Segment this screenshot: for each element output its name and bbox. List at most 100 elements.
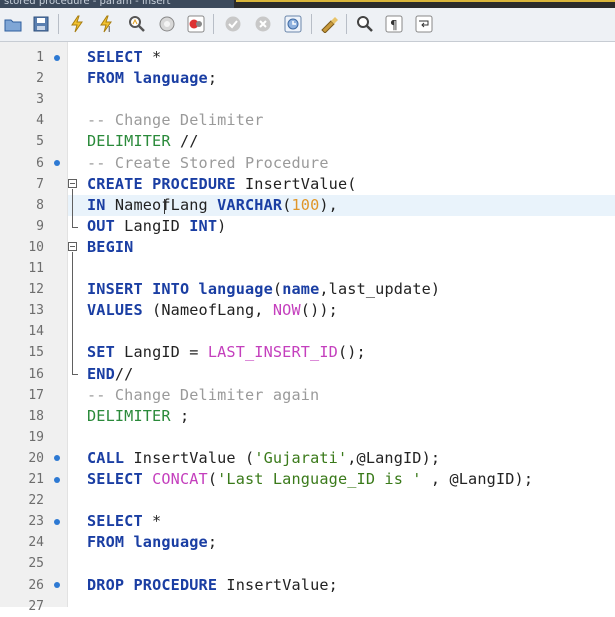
code-token: INT (189, 216, 218, 235)
line-number: 18 (28, 408, 44, 424)
code-token: SELECT (87, 470, 143, 488)
stop-icon[interactable] (157, 14, 177, 34)
line-number: 27 (28, 598, 44, 614)
code-token: PROCEDURE (133, 575, 218, 594)
toolbar-separator (311, 14, 312, 34)
window-titlebar: stored procedure - param - insert (0, 0, 615, 8)
statement-marker-icon[interactable] (54, 582, 60, 588)
line-number: 2 (36, 71, 44, 87)
code-line[interactable]: -- Create Stored Procedure (87, 153, 329, 174)
code-line[interactable]: SET LangID = LAST_INSERT_ID(); (87, 342, 366, 363)
code-token: -- Create Stored Procedure (87, 153, 329, 172)
statement-marker-icon[interactable] (54, 160, 60, 166)
code-line[interactable]: SELECT * (87, 511, 161, 532)
code-token: FROM (87, 69, 125, 88)
execute-icon[interactable] (67, 14, 87, 34)
code-token: ), (319, 195, 338, 214)
beautify-icon[interactable] (319, 14, 339, 34)
titlebar-accent (236, 0, 615, 2)
code-line[interactable]: SELECT * (87, 47, 161, 68)
code-token: -- Change Delimiter again (87, 385, 320, 404)
code-token: ( (207, 470, 218, 488)
code-token: InsertValue( (235, 174, 357, 193)
code-token: (NameofLang, (142, 301, 273, 320)
line-number: 10 (28, 239, 44, 255)
line-number: 16 (28, 366, 44, 382)
code-line[interactable]: OUT LangID INT) (87, 216, 226, 237)
line-number: 5 (36, 134, 44, 150)
fold-guide-end (72, 227, 78, 228)
invisible-chars-icon[interactable]: ¶ (384, 14, 404, 34)
autocommit-icon[interactable] (283, 14, 303, 34)
commit-icon[interactable] (223, 14, 243, 34)
code-line[interactable]: -- Change Delimiter again (87, 385, 319, 406)
code-token: IN (87, 195, 106, 214)
code-line[interactable]: IN NameofLang VARCHAR(100), (87, 195, 338, 216)
code-token: LangID (114, 216, 190, 235)
code-token: CONCAT (152, 470, 208, 488)
line-number: 7 (36, 176, 44, 192)
find-icon[interactable] (355, 14, 375, 34)
code-token: 'Gujarati' (254, 448, 348, 467)
code-line[interactable]: FROM language; (87, 532, 217, 553)
code-token: SELECT (87, 512, 143, 531)
stop-on-error-icon[interactable] (186, 14, 206, 34)
code-line[interactable]: INSERT INTO language(name,last_update) (87, 279, 440, 300)
word-wrap-icon[interactable] (414, 14, 434, 34)
folder-open-icon[interactable] (3, 14, 23, 34)
code-token: SELECT (87, 48, 143, 66)
code-line[interactable]: CALL InsertValue ('Gujarati',@LangID); (87, 448, 440, 469)
code-token: -- Change Delimiter (87, 111, 264, 130)
save-icon[interactable] (31, 14, 51, 34)
code-token: // (114, 364, 134, 383)
code-line[interactable]: BEGIN (87, 237, 133, 258)
fold-toggle-icon[interactable] (68, 242, 77, 251)
code-token: * (142, 512, 162, 531)
code-token: FROM (87, 533, 125, 552)
statement-marker-icon[interactable] (54, 54, 60, 61)
code-line[interactable]: DELIMITER ; (87, 406, 189, 427)
query-tab[interactable]: stored procedure - param - insert (0, 0, 234, 8)
line-number: 4 (36, 113, 44, 129)
code-line[interactable]: DROP PROCEDURE InsertValue; (87, 575, 338, 596)
line-number: 12 (28, 282, 44, 298)
line-number: 17 (28, 387, 44, 403)
code-token: , @LangID); (421, 470, 534, 488)
line-number: 24 (28, 535, 44, 551)
code-line[interactable]: VALUES (NameofLang, NOW()); (87, 300, 338, 321)
sql-toolbar: I ¶ (0, 8, 615, 42)
code-line[interactable]: DELIMITER // (87, 131, 199, 152)
code-token: DELIMITER (87, 132, 171, 151)
execute-selection-icon[interactable]: I (97, 14, 117, 34)
code-token: ; (170, 406, 190, 425)
line-number: 15 (28, 345, 44, 361)
explain-icon[interactable] (127, 14, 147, 34)
code-line[interactable]: SELECT CONCAT('Last Language_ID is ' , @… (87, 469, 533, 490)
gutter-divider (67, 42, 68, 607)
code-line[interactable]: -- Change Delimiter (87, 110, 264, 131)
code-line[interactable]: FROM language; (87, 68, 217, 89)
line-number: 20 (28, 450, 44, 466)
code-line[interactable]: END// (87, 364, 133, 385)
code-token: SET (87, 343, 115, 362)
code-token: VARCHAR (217, 195, 283, 214)
code-token: ( (272, 280, 283, 299)
code-token: ,@LangID); (347, 448, 441, 467)
code-token: ) (217, 216, 227, 235)
fold-toggle-icon[interactable] (68, 179, 77, 188)
fold-guide-end (72, 374, 78, 375)
code-line[interactable]: CREATE PROCEDURE InsertValue( (87, 174, 357, 195)
code-token: // (170, 132, 199, 151)
code-token: NOW (272, 301, 301, 320)
statement-marker-icon[interactable] (54, 518, 60, 525)
line-number: 14 (28, 324, 44, 340)
rollback-icon[interactable] (253, 14, 273, 34)
statement-marker-icon[interactable] (54, 476, 60, 483)
line-number: 25 (28, 556, 44, 572)
code-token: INTO (152, 280, 190, 299)
line-number: 3 (36, 92, 44, 108)
